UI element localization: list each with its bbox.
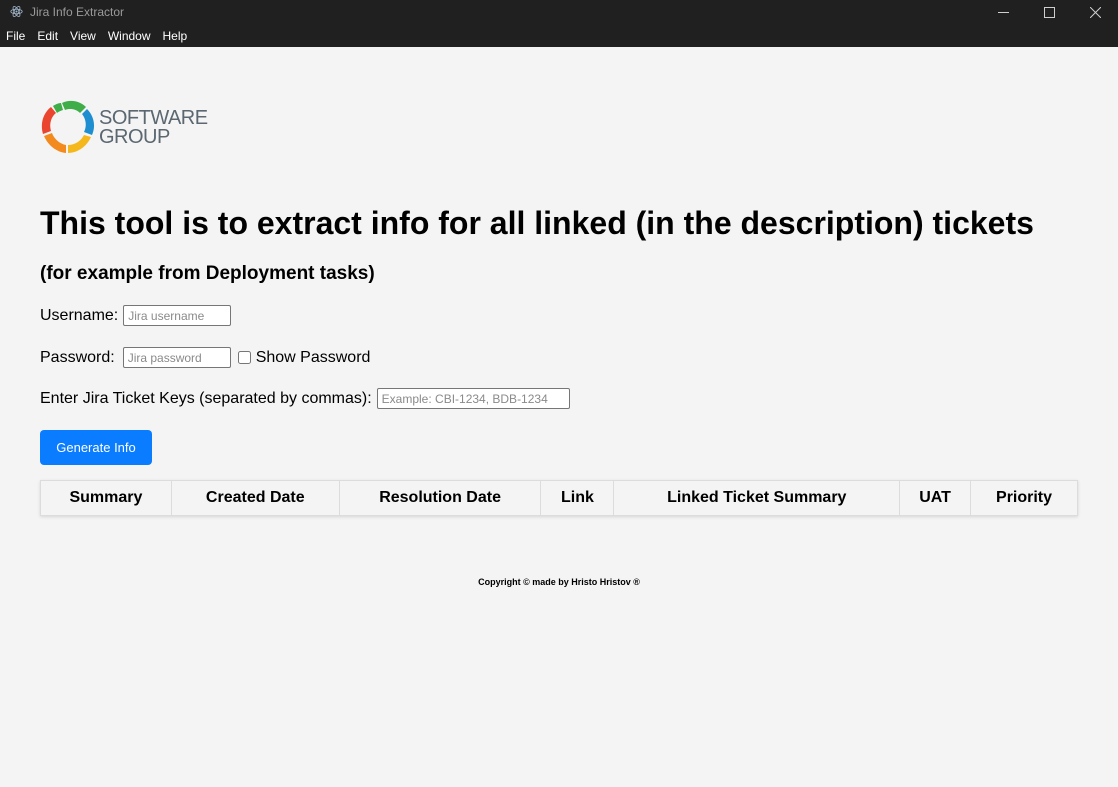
username-row: Username:: [40, 305, 232, 326]
electron-icon: [10, 6, 23, 17]
menu-window[interactable]: Window: [102, 25, 157, 47]
ticket-keys-input[interactable]: [376, 388, 570, 409]
window-title: Jira Info Extractor: [30, 5, 125, 19]
menu-file[interactable]: File: [0, 25, 31, 47]
minimize-button[interactable]: [980, 0, 1026, 25]
column-header-created-date[interactable]: Created Date: [170, 480, 340, 516]
column-header-uat[interactable]: UAT: [899, 480, 972, 516]
page-subtitle: (for example from Deployment tasks): [40, 263, 375, 284]
table-header-row: Summary Created Date Resolution Date Lin…: [40, 480, 1078, 516]
show-password-label: Show Password: [255, 348, 371, 366]
generate-info-button[interactable]: Generate Info: [40, 430, 152, 465]
close-button[interactable]: [1072, 0, 1118, 25]
maximize-button[interactable]: [1026, 0, 1072, 25]
column-header-priority[interactable]: Priority: [970, 480, 1078, 516]
company-logo: SOFTWARE GROUP: [40, 99, 210, 157]
title-bar: Jira Info Extractor: [0, 0, 1118, 25]
menu-view[interactable]: View: [64, 25, 102, 47]
column-header-summary[interactable]: Summary: [40, 480, 172, 516]
logo-line2: GROUP: [99, 126, 170, 148]
close-icon: [1089, 7, 1101, 18]
username-input[interactable]: [123, 305, 232, 326]
password-label: Password:: [40, 348, 115, 366]
column-header-link[interactable]: Link: [540, 480, 615, 516]
menu-help[interactable]: Help: [157, 25, 194, 47]
password-input[interactable]: [122, 347, 231, 368]
show-password-checkbox[interactable]: [237, 351, 251, 364]
results-table: Summary Created Date Resolution Date Lin…: [40, 480, 1078, 516]
copyright-text: Copyright © made by Hristo Hristov ®: [478, 577, 640, 587]
minimize-icon: [997, 12, 1009, 13]
maximize-icon: [1043, 7, 1055, 18]
username-label: Username:: [40, 306, 119, 324]
column-header-resolution-date[interactable]: Resolution Date: [338, 480, 542, 516]
column-header-linked-ticket-summary[interactable]: Linked Ticket Summary: [613, 480, 901, 516]
page-title: This tool is to extract info for all lin…: [40, 205, 1034, 241]
logo-mark-icon: [41, 100, 95, 153]
menu-bar: File Edit View Window Help: [0, 25, 1118, 47]
logo-text: SOFTWARE GROUP: [99, 108, 208, 148]
password-row: Password: Show Password: [40, 347, 370, 368]
menu-edit[interactable]: Edit: [31, 25, 64, 47]
ticket-keys-row: Enter Jira Ticket Keys (separated by com…: [40, 388, 570, 409]
ticket-keys-label: Enter Jira Ticket Keys (separated by com…: [40, 389, 372, 407]
